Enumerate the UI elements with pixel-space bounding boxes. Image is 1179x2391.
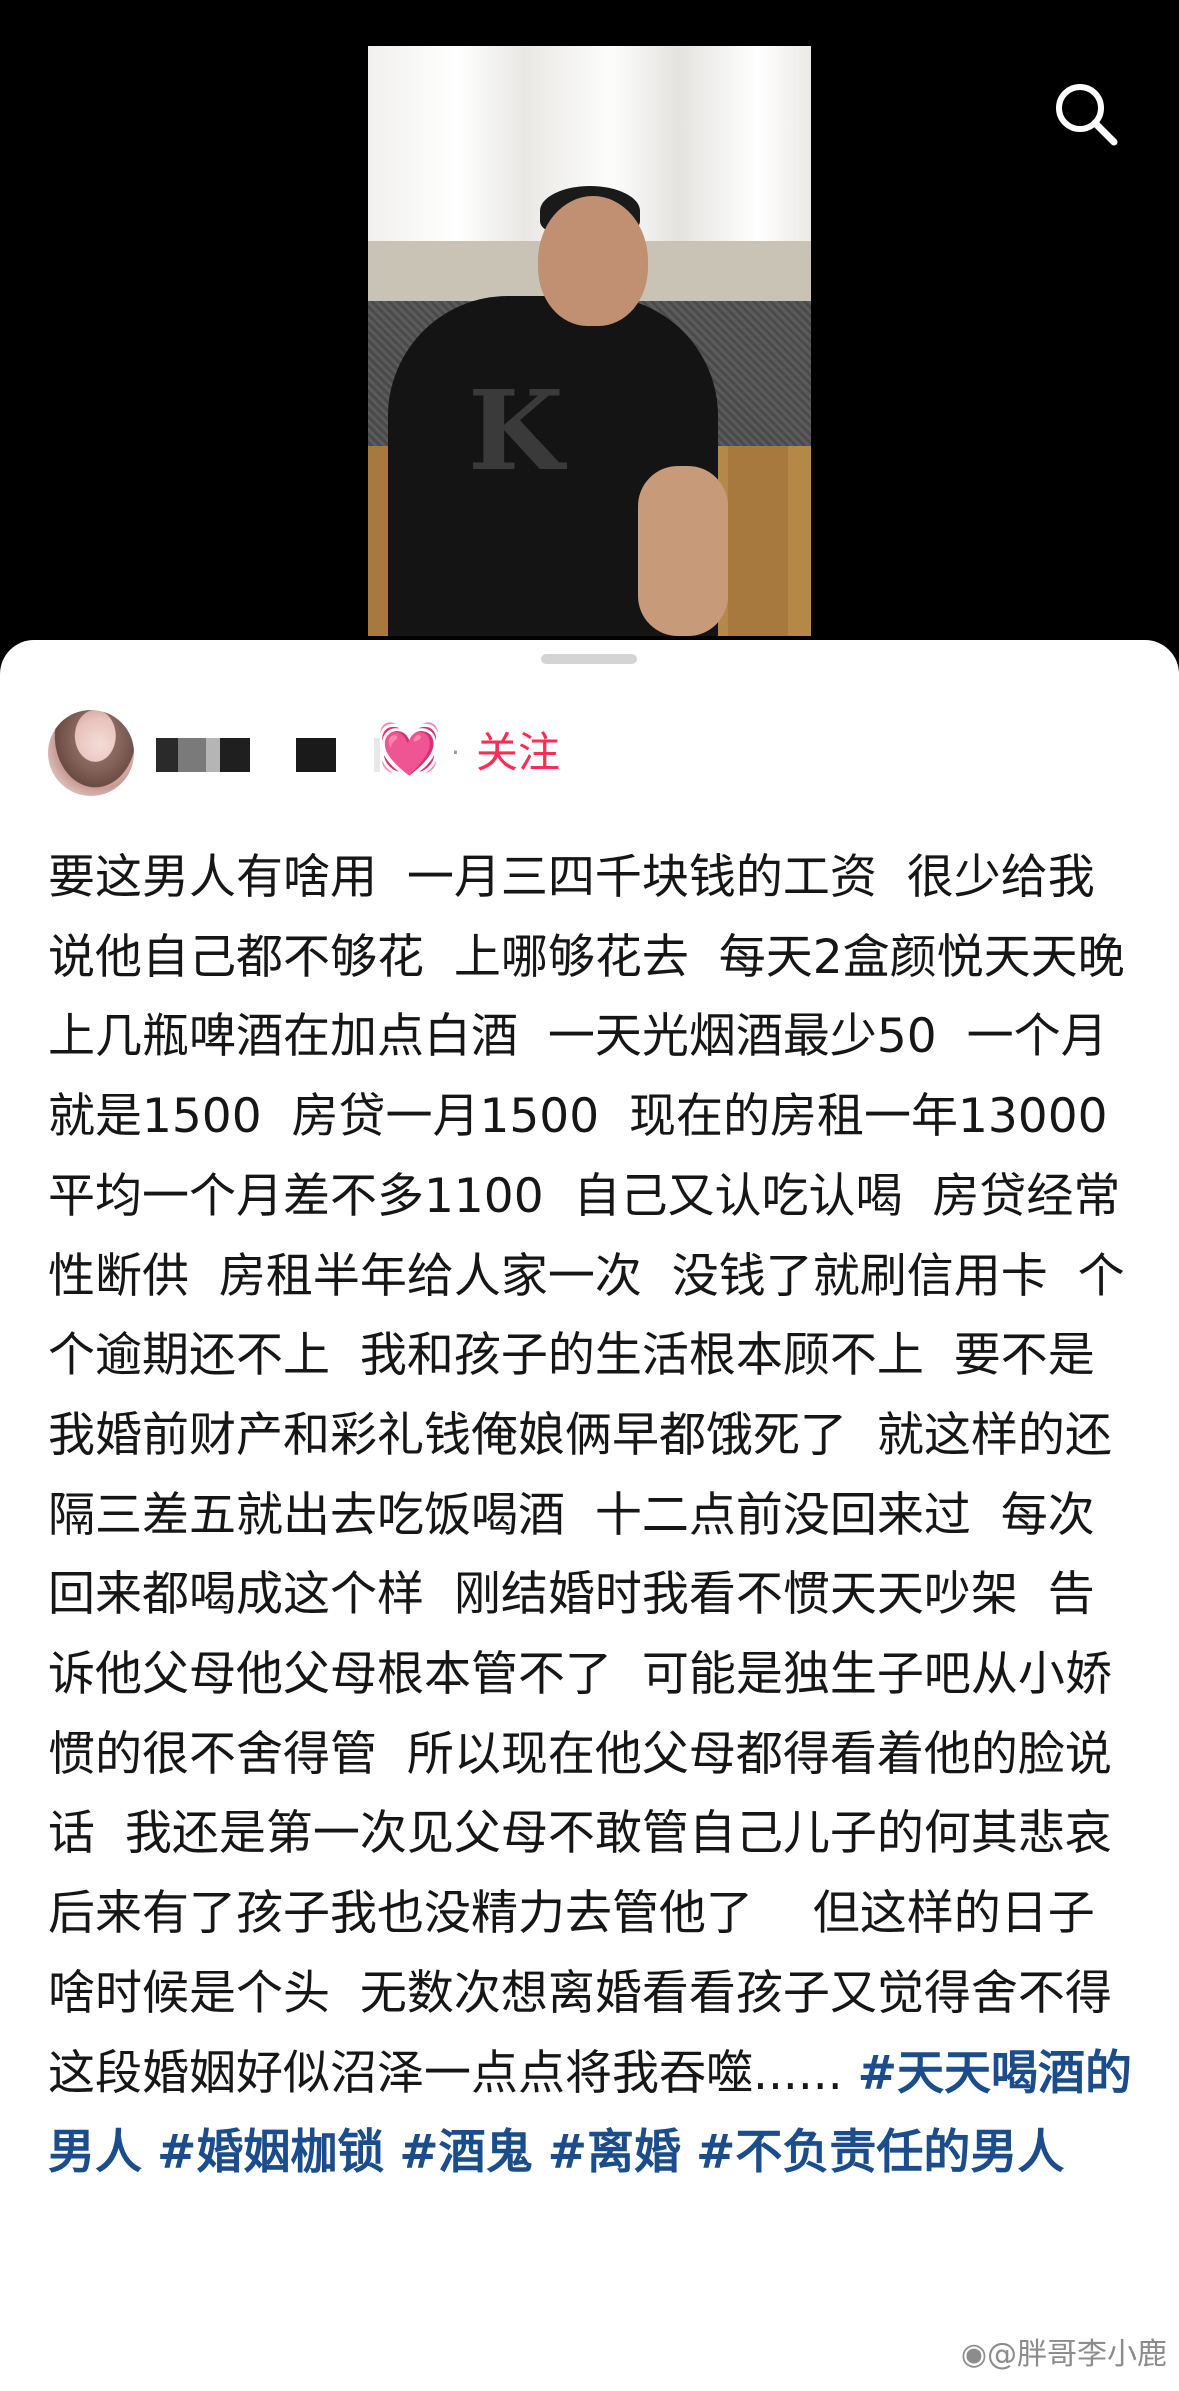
video-area[interactable]: K [0,0,1179,680]
shirt-logo: K [468,366,564,495]
drag-handle[interactable] [541,654,637,664]
hashtag-link[interactable]: #不负责任的男人 [696,2125,1064,2180]
mask-block [206,738,220,772]
heart-icon: 💓 [378,719,441,777]
watermark-text: @胖哥李小鹿 [987,2337,1167,2372]
man-arm [638,466,728,636]
mask-block [296,738,336,772]
post-sheet: 💓 · 关注 要这男人有啥用 一月三四千块钱的工资 很少给我 说他自己都不够花 … [0,640,1179,2391]
search-button[interactable] [1050,78,1122,150]
avatar[interactable] [48,710,134,796]
hashtag-link[interactable]: #酒鬼 [399,2125,532,2180]
post-text: 要这男人有啥用 一月三四千块钱的工资 很少给我 说他自己都不够花 上哪够花去 每… [48,850,1142,2101]
separator-dot: · [451,736,460,769]
mask-block [178,738,206,772]
watermark: ◉@胖哥李小鹿 [961,2329,1167,2373]
hashtag-link[interactable]: #婚姻枷锁 [157,2125,384,2180]
search-icon [1056,84,1118,146]
author-row: 💓 · 关注 [48,710,1131,796]
man-head [538,196,648,326]
weibo-icon: ◉ [960,2337,987,2372]
mask-block [220,738,250,772]
avatar-hair [48,710,134,796]
mask-block [156,738,178,772]
post-body: 要这男人有啥用 一月三四千块钱的工资 很少给我 说他自己都不够花 上哪够花去 每… [48,838,1138,2193]
video-frame[interactable]: K [368,46,811,636]
follow-button[interactable]: 关注 [476,724,560,782]
hashtag-link[interactable]: #离婚 [548,2125,681,2180]
